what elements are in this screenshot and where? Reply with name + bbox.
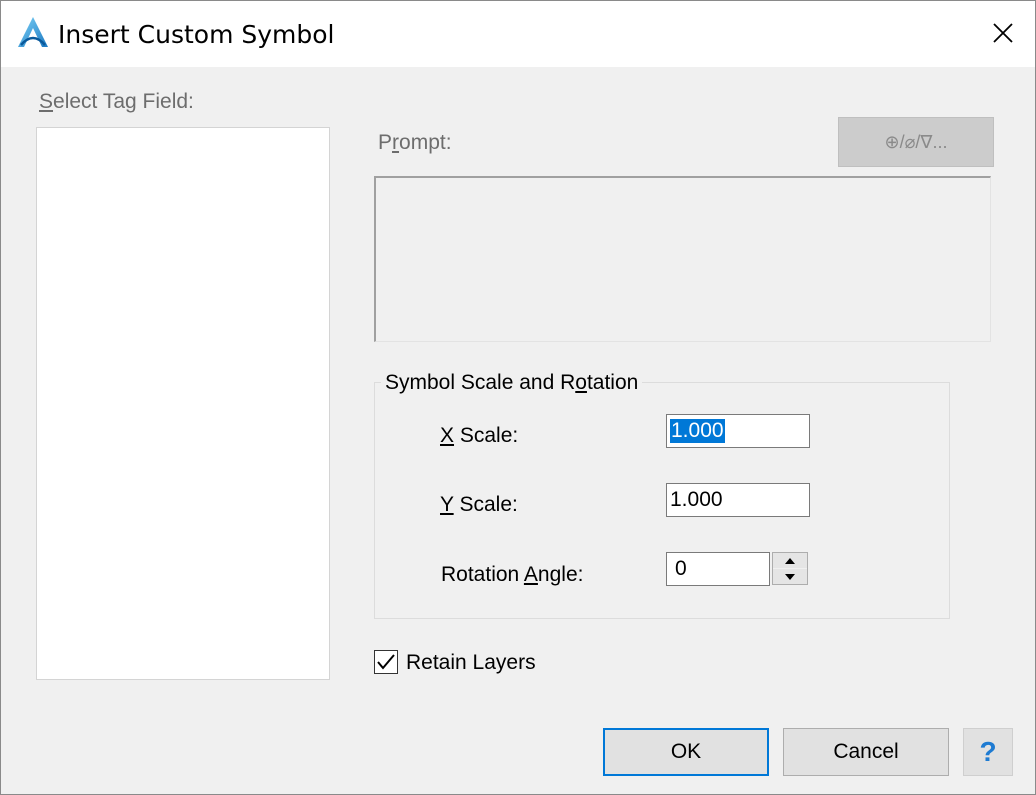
symbol-insert-button[interactable]: ⊕/⌀/∇...: [838, 117, 994, 167]
autocad-logo-icon: [15, 15, 51, 51]
mnemonic: o: [575, 371, 587, 394]
dialog-window: Insert Custom Symbol Select Tag Field: P…: [0, 0, 1036, 795]
label-text: P: [378, 131, 393, 154]
retain-layers-label[interactable]: Retain Layers: [406, 651, 536, 675]
label-text: ngle:: [537, 563, 584, 586]
cancel-button[interactable]: Cancel: [783, 728, 949, 776]
rotation-spinner: [772, 552, 808, 585]
label-text: Scale:: [454, 424, 519, 447]
mnemonic: X: [440, 424, 455, 447]
ok-button[interactable]: OK: [603, 728, 769, 776]
prompt-label: Prompt:: [378, 131, 452, 155]
window-title: Insert Custom Symbol: [58, 20, 335, 49]
select-tag-field-label: Select Tag Field:: [39, 90, 194, 114]
cancel-label: Cancel: [833, 740, 899, 763]
x-scale-input[interactable]: 1.000: [666, 414, 810, 448]
x-scale-value: 1.000: [670, 419, 725, 443]
label-text: ompt:: [399, 131, 452, 154]
arrow-up-icon: [785, 557, 795, 564]
retain-layers-checkbox[interactable]: [374, 650, 398, 674]
symbol-button-label: ⊕/⌀/∇...: [884, 131, 948, 152]
rotation-angle-input[interactable]: 0: [666, 552, 770, 586]
arrow-down-icon: [785, 573, 795, 580]
label-text: Symbol Scale and R: [385, 371, 576, 394]
y-scale-input[interactable]: 1.000: [666, 483, 810, 517]
spin-up-button[interactable]: [773, 553, 807, 568]
mnemonic: S: [39, 90, 54, 113]
label-text: elect Tag Field:: [53, 90, 194, 113]
group-title: Symbol Scale and Rotation: [381, 371, 643, 395]
help-button[interactable]: ?: [963, 728, 1013, 776]
mnemonic: r: [392, 131, 400, 154]
spin-down-button[interactable]: [773, 569, 807, 584]
rotation-angle-label: Rotation Angle:: [441, 563, 583, 587]
label-text: Scale:: [453, 493, 518, 516]
ok-label: OK: [670, 740, 702, 763]
x-scale-label: X Scale:: [440, 424, 518, 448]
y-scale-value: 1.000: [670, 488, 723, 511]
title-bar: Insert Custom Symbol: [1, 1, 1035, 67]
checkmark-icon: [377, 654, 395, 670]
rotation-angle-value: 0: [675, 557, 687, 580]
prompt-textbox[interactable]: [374, 176, 991, 342]
label-text: tation: [586, 371, 639, 394]
label-text: Rotation: [441, 563, 524, 586]
close-icon[interactable]: [985, 15, 1021, 51]
mnemonic: Y: [440, 493, 454, 516]
mnemonic: A: [523, 563, 538, 586]
y-scale-label: Y Scale:: [440, 493, 518, 517]
tag-field-list[interactable]: [36, 127, 330, 680]
help-icon: ?: [979, 736, 997, 767]
